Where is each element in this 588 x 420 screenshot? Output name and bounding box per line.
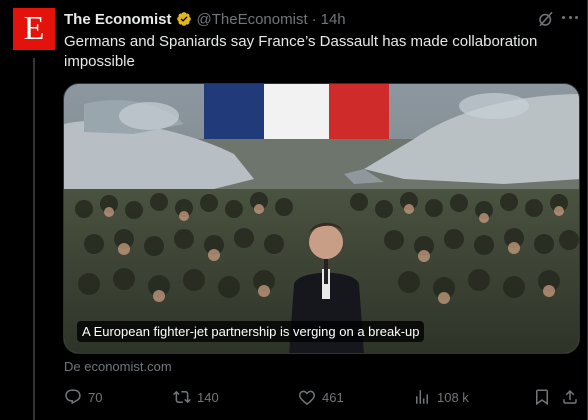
verified-badge-icon[interactable] (176, 11, 192, 27)
like-button[interactable]: 461 (298, 388, 344, 406)
link-card[interactable]: A European fighter-jet partnership is ve… (63, 83, 580, 354)
separator: · (311, 10, 317, 28)
bookmark-button[interactable] (533, 388, 557, 406)
share-button[interactable] (561, 388, 585, 406)
views-button[interactable]: 108 k (413, 388, 469, 406)
retweet-button[interactable]: 140 (173, 388, 219, 406)
like-count: 461 (322, 389, 344, 405)
reply-count: 70 (88, 389, 103, 405)
tweet-text: Germans and Spaniards say France’s Dassa… (64, 33, 538, 70)
card-photo (64, 84, 579, 353)
retweet-icon (173, 390, 191, 404)
retweet-count: 140 (197, 389, 219, 405)
bookmark-icon (536, 389, 548, 406)
grok-icon[interactable] (537, 10, 555, 28)
like-icon (299, 390, 315, 406)
handle[interactable]: @TheEconomist (197, 11, 308, 28)
reply-button[interactable]: 70 (64, 388, 102, 406)
share-icon (563, 389, 577, 404)
avatar[interactable]: E (13, 8, 55, 50)
reply-icon (65, 389, 81, 405)
card-caption: A European fighter-jet partnership is ve… (77, 321, 425, 342)
action-bar: 70 140 461 108 k (64, 388, 577, 408)
more-icon[interactable] (562, 16, 578, 22)
thread-line (33, 58, 35, 420)
display-name[interactable]: The Economist (64, 11, 172, 28)
tweet-header: The Economist @TheEconomist · 14h (64, 10, 346, 28)
views-count: 108 k (437, 389, 469, 405)
views-icon (416, 390, 428, 404)
card-source-link[interactable]: De economist.com (64, 359, 172, 374)
avatar-letter: E (23, 10, 45, 47)
timestamp[interactable]: 14h (321, 11, 346, 28)
